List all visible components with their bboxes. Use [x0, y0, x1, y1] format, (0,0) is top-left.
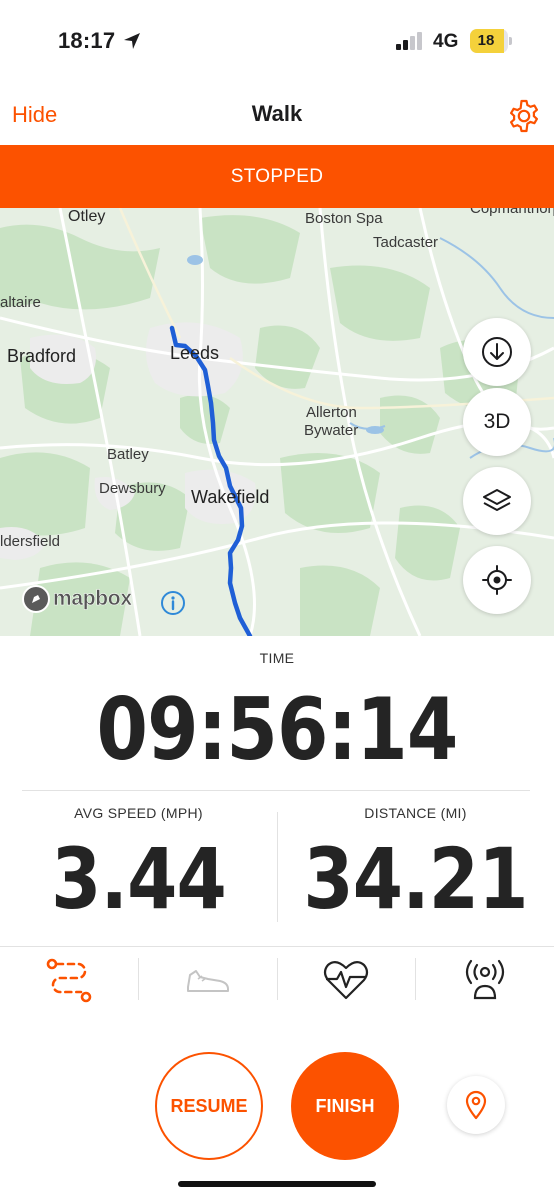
status-bar: 18:17 4G 18 [0, 0, 554, 80]
page-title: Walk [251, 101, 303, 126]
tab-beacon[interactable] [416, 950, 554, 1010]
distance-label: DISTANCE (MI) [364, 805, 467, 821]
avg-speed-value: 3.44 [51, 830, 227, 928]
heart-rate-icon [323, 961, 369, 1000]
mapbox-circle-icon [22, 585, 50, 613]
network-type: 4G [433, 31, 459, 52]
crosshair-icon [482, 565, 512, 595]
route-icon [46, 958, 92, 1003]
map-layers-button[interactable] [463, 467, 531, 535]
time-value: 09:56:14 [96, 680, 458, 780]
layers-icon [483, 489, 511, 511]
mapbox-wordmark: mapbox [53, 587, 133, 611]
cellular-signal-icon [396, 32, 422, 50]
map-label-allerton: Allerton [306, 404, 357, 421]
map-label-saltaire: altaire [0, 294, 41, 311]
time-label: TIME [259, 650, 295, 666]
home-indicator[interactable] [178, 1181, 376, 1187]
avg-speed-label: AVG SPEED (MPH) [74, 805, 203, 821]
3d-button[interactable]: 3D [463, 388, 531, 456]
route-map[interactable]: Otley Boston Spa Copmanthorpe Tadcaster … [0, 208, 554, 636]
mapbox-logo: mapbox [22, 584, 132, 614]
battery-level: 18 [477, 32, 495, 49]
tabs-divider [0, 946, 554, 947]
map-label-otley: Otley [68, 208, 106, 225]
tab-route[interactable] [0, 950, 138, 1010]
map-pin-icon [465, 1090, 487, 1120]
gear-icon[interactable] [506, 98, 542, 134]
info-icon[interactable] [160, 590, 186, 616]
resume-button[interactable]: RESUME [155, 1052, 263, 1160]
map-label-dewsbury: Dewsbury [99, 480, 166, 497]
stats-divider [22, 790, 530, 791]
tab-heart-rate[interactable] [277, 950, 415, 1010]
recenter-button[interactable] [463, 546, 531, 614]
status-time: 18:17 [58, 28, 116, 53]
location-pin-button[interactable] [447, 1076, 505, 1134]
tab-gear[interactable] [139, 950, 277, 1010]
map-label-boston-spa: Boston Spa [305, 210, 383, 227]
map-label-wakefield: Wakefield [191, 487, 270, 507]
map-label-copmanthorpe: Copmanthorpe [470, 208, 554, 217]
status-banner: STOPPED [0, 145, 554, 208]
beacon-icon [465, 959, 505, 1000]
battery-cap [509, 37, 512, 45]
map-label-leeds: Leeds [170, 343, 220, 363]
nav-bar: Hide Walk [0, 86, 554, 142]
map-label-tadcaster: Tadcaster [373, 234, 439, 251]
finish-button[interactable]: FINISH [291, 1052, 399, 1160]
download-icon [482, 337, 512, 367]
location-arrow-icon [124, 33, 140, 49]
stats-vertical-divider [277, 812, 278, 922]
3d-label: 3D [483, 410, 511, 433]
map-label-bradford: Bradford [7, 346, 77, 366]
shoe-icon [187, 970, 229, 992]
battery-icon: 18 [470, 29, 508, 53]
map-label-batley: Batley [107, 446, 149, 463]
download-map-button[interactable] [463, 318, 531, 386]
map-label-bywater: Bywater [304, 422, 359, 439]
distance-value: 34.21 [303, 830, 528, 928]
map-label-huddersfield: ldersfield [0, 533, 61, 550]
